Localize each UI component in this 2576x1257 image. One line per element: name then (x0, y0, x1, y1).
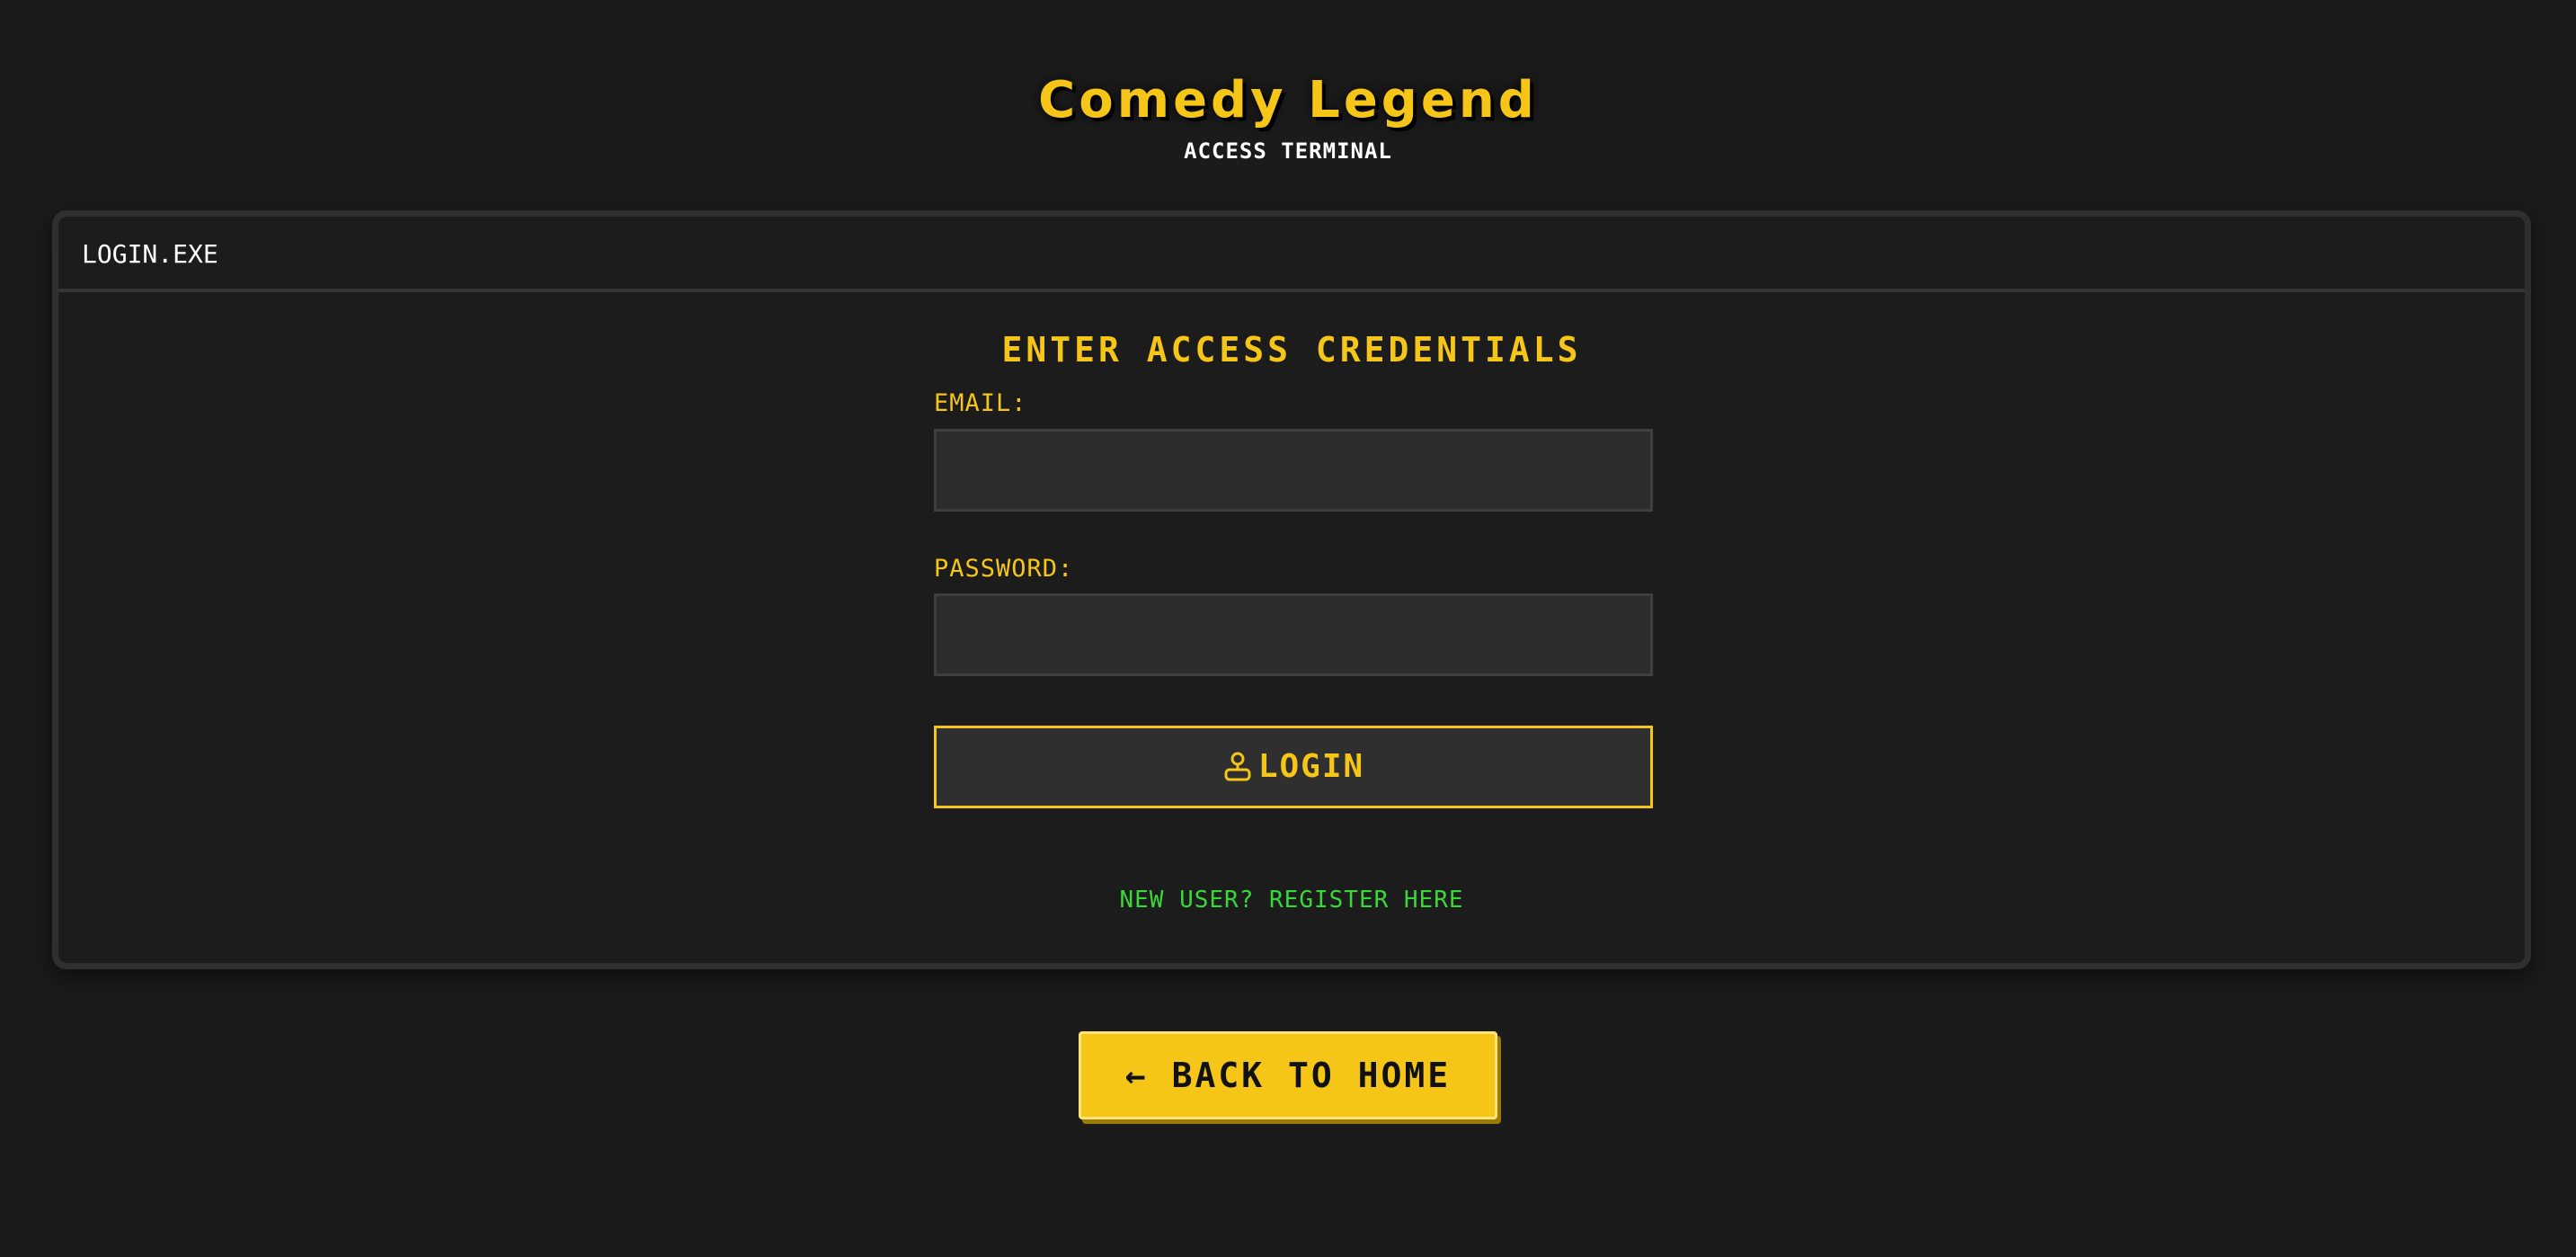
window-title: LOGIN.EXE (82, 239, 218, 269)
email-label: EMAIL: (934, 389, 1027, 417)
app-subtitle: ACCESS TERMINAL (1184, 138, 1392, 164)
login-button-label: LOGIN (1257, 748, 1365, 785)
password-field[interactable] (934, 593, 1653, 676)
login-button[interactable]: LOGIN (934, 726, 1653, 808)
email-field[interactable] (934, 429, 1653, 512)
back-to-home-label: ← BACK TO HOME (1124, 1056, 1452, 1095)
register-link[interactable]: NEW USER? REGISTER HERE (58, 884, 2525, 916)
user-icon (1222, 750, 1253, 784)
login-window: LOGIN.EXE ENTER ACCESS CREDENTIALS EMAIL… (52, 210, 2531, 969)
app-title: Comedy Legend (1038, 71, 1538, 129)
window-titlebar: LOGIN.EXE (58, 217, 2525, 292)
form-heading: ENTER ACCESS CREDENTIALS (1001, 330, 1582, 370)
password-label: PASSWORD: (934, 555, 1074, 583)
back-to-home-button[interactable]: ← BACK TO HOME (1079, 1031, 1497, 1119)
